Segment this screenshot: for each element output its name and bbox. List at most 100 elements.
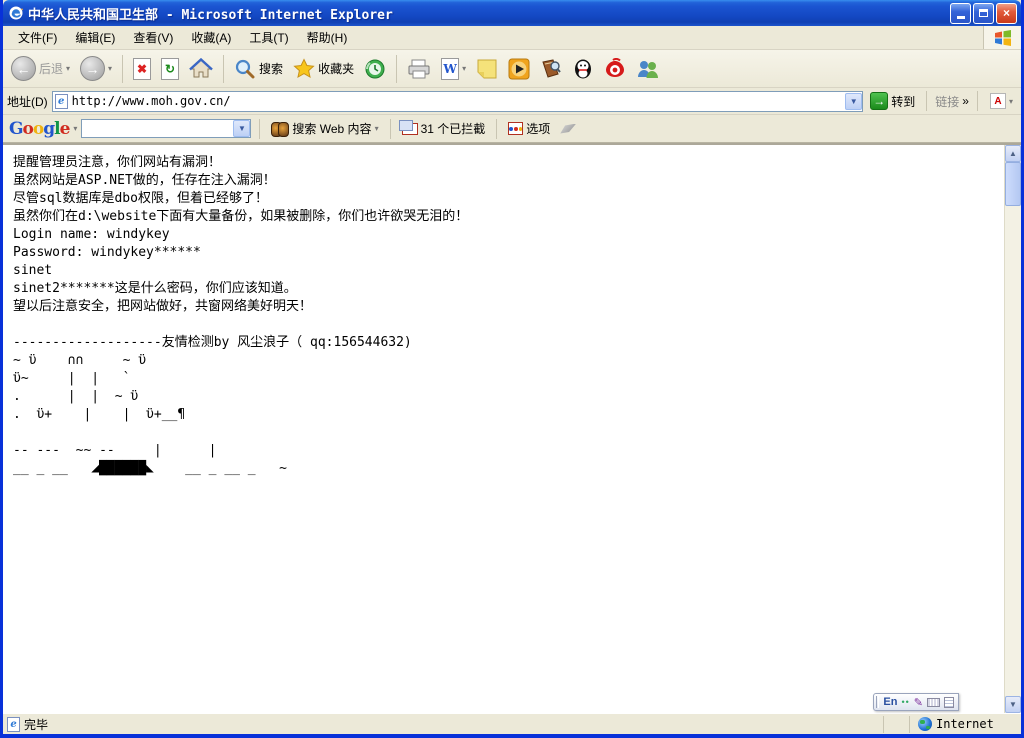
restore-button[interactable] xyxy=(973,3,994,24)
page-line: Password: windykey****** xyxy=(13,244,1000,262)
menu-edit[interactable]: 编辑(E) xyxy=(66,26,124,49)
google-separator xyxy=(259,119,260,139)
edit-word-button[interactable]: W ▾ xyxy=(437,56,470,82)
stop-button[interactable]: ✖ xyxy=(129,56,155,82)
refresh-button[interactable]: ↻ xyxy=(157,56,183,82)
search-label: 搜索 xyxy=(259,60,283,77)
forward-dropdown-icon[interactable]: ▾ xyxy=(108,64,112,73)
links-label: 链接 xyxy=(935,93,959,110)
google-separator xyxy=(496,119,497,139)
status-page-icon: e xyxy=(7,717,20,732)
word-dropdown-icon[interactable]: ▾ xyxy=(462,64,466,73)
favorites-label: 收藏夹 xyxy=(318,60,354,77)
google-letter: o xyxy=(33,119,43,139)
links-chevron-icon[interactable]: » xyxy=(962,94,969,108)
google-search-dropdown-icon[interactable]: ▼ xyxy=(233,120,250,137)
pdf-dropdown-icon[interactable]: ▾ xyxy=(1009,97,1013,106)
dictionary-button[interactable] xyxy=(536,56,566,82)
msn-button[interactable] xyxy=(632,56,664,82)
pdf-button[interactable]: A ▾ xyxy=(986,91,1017,111)
page-line: Login name: windykey xyxy=(13,226,1000,244)
close-button[interactable]: × xyxy=(996,3,1017,24)
minimize-button[interactable] xyxy=(950,3,971,24)
language-menu-icon[interactable] xyxy=(944,697,954,708)
forward-icon: → xyxy=(80,56,105,81)
menu-view[interactable]: 查看(V) xyxy=(124,26,182,49)
status-text: 完毕 xyxy=(24,716,48,733)
options-button[interactable]: 选项 xyxy=(505,119,553,138)
google-search-web-button[interactable]: 搜索 Web 内容 ▾ xyxy=(268,119,381,138)
popup-blocker-button[interactable]: 31 个已拦截 xyxy=(399,119,489,138)
forward-button[interactable]: → ▾ xyxy=(76,54,116,83)
address-url[interactable]: http://www.moh.gov.cn/ xyxy=(68,94,846,108)
windows-logo-icon xyxy=(983,26,1021,49)
google-letter: o xyxy=(23,119,33,139)
ascii-art: ~ ϋ ∩∩ ~ ϋ ϋ~ | | ` . | | ~ ϋ . ϋ+ | | ϋ… xyxy=(13,352,1000,478)
page-ie-icon: e xyxy=(55,94,68,109)
handwriting-pen-icon[interactable]: ✎ xyxy=(914,696,923,709)
vertical-scrollbar[interactable]: ▲ ▼ xyxy=(1004,145,1021,713)
history-icon xyxy=(364,58,386,80)
scroll-down-button[interactable]: ▼ xyxy=(1005,696,1021,713)
back-dropdown-icon[interactable]: ▾ xyxy=(66,64,70,73)
address-bar: 地址(D) e http://www.moh.gov.cn/ ▼ → 转到 链接… xyxy=(3,88,1021,115)
keyboard-icon[interactable] xyxy=(927,698,940,707)
google-letter: g xyxy=(43,119,54,139)
google-letter: G xyxy=(9,119,23,139)
home-button[interactable] xyxy=(185,56,217,82)
msn-icon xyxy=(636,58,660,80)
highlighter-icon xyxy=(560,124,576,134)
page-line xyxy=(13,316,1000,334)
menu-favorites[interactable]: 收藏(A) xyxy=(182,26,240,49)
language-bar-grip[interactable] xyxy=(876,696,879,708)
window-title: 中华人民共和国卫生部 - Microsoft Internet Explorer xyxy=(28,4,950,23)
back-button[interactable]: ← 后退 ▾ xyxy=(7,54,74,83)
google-search-input[interactable]: ▼ xyxy=(81,119,251,138)
menu-tools[interactable]: 工具(T) xyxy=(240,26,297,49)
media-button[interactable] xyxy=(504,56,534,82)
favorites-icon xyxy=(293,58,315,80)
page-content: 提醒管理员注意，你们网站有漏洞！ 虽然网站是ASP.NET做的，任存在注入漏洞！… xyxy=(3,145,1004,713)
go-button[interactable]: → 转到 xyxy=(867,91,918,111)
search-button[interactable]: 搜索 xyxy=(230,56,287,82)
favorites-button[interactable]: 收藏夹 xyxy=(289,56,358,82)
google-letter: e xyxy=(60,119,70,139)
scrollbar-track[interactable] xyxy=(1005,162,1021,696)
internet-globe-icon xyxy=(918,717,932,731)
options-label: 选项 xyxy=(526,120,550,137)
toolbar-separator xyxy=(396,55,397,83)
search-web-dropdown-icon[interactable]: ▾ xyxy=(375,124,379,133)
scrollbar-thumb[interactable] xyxy=(1005,162,1021,206)
word-icon: W xyxy=(441,58,459,80)
note-button[interactable] xyxy=(472,56,502,82)
menu-file[interactable]: 文件(F) xyxy=(9,26,66,49)
search-web-label: 搜索 Web 内容 xyxy=(292,120,371,137)
options-icon xyxy=(508,122,523,135)
language-indicator[interactable]: En xyxy=(883,696,897,708)
links-button[interactable]: 链接 » xyxy=(935,93,969,110)
ie-window: 中华人民共和国卫生部 - Microsoft Internet Explorer… xyxy=(0,0,1024,738)
history-button[interactable] xyxy=(360,56,390,82)
print-button[interactable] xyxy=(403,56,435,82)
sina-button[interactable] xyxy=(600,56,630,82)
highlight-button[interactable] xyxy=(557,123,579,135)
go-label: 转到 xyxy=(891,93,915,110)
language-bar[interactable]: En •• ✎ xyxy=(873,693,959,711)
toolbar-separator xyxy=(223,55,224,83)
address-field[interactable]: e http://www.moh.gov.cn/ ▼ xyxy=(52,91,864,112)
address-dropdown-icon[interactable]: ▼ xyxy=(845,93,862,110)
google-logo[interactable]: Google xyxy=(9,119,69,139)
scroll-up-button[interactable]: ▲ xyxy=(1005,145,1021,162)
page-line: sinet xyxy=(13,262,1000,280)
minimize-icon xyxy=(957,16,965,19)
search-icon xyxy=(234,58,256,80)
qq-icon xyxy=(572,58,594,80)
page-line: 提醒管理员注意，你们网站有漏洞！ xyxy=(13,154,1000,172)
page-line: 望以后注意安全，把网站做好，共窗网络美好明天！ xyxy=(13,298,1000,316)
refresh-icon: ↻ xyxy=(161,58,179,80)
qq-button[interactable] xyxy=(568,56,598,82)
menu-help[interactable]: 帮助(H) xyxy=(298,26,357,49)
google-dropdown-icon[interactable]: ▾ xyxy=(73,124,77,133)
address-label: 地址(D) xyxy=(7,93,48,110)
google-toolbar: Google ▾ ▼ 搜索 Web 内容 ▾ 31 个已拦截 选项 xyxy=(3,115,1021,143)
